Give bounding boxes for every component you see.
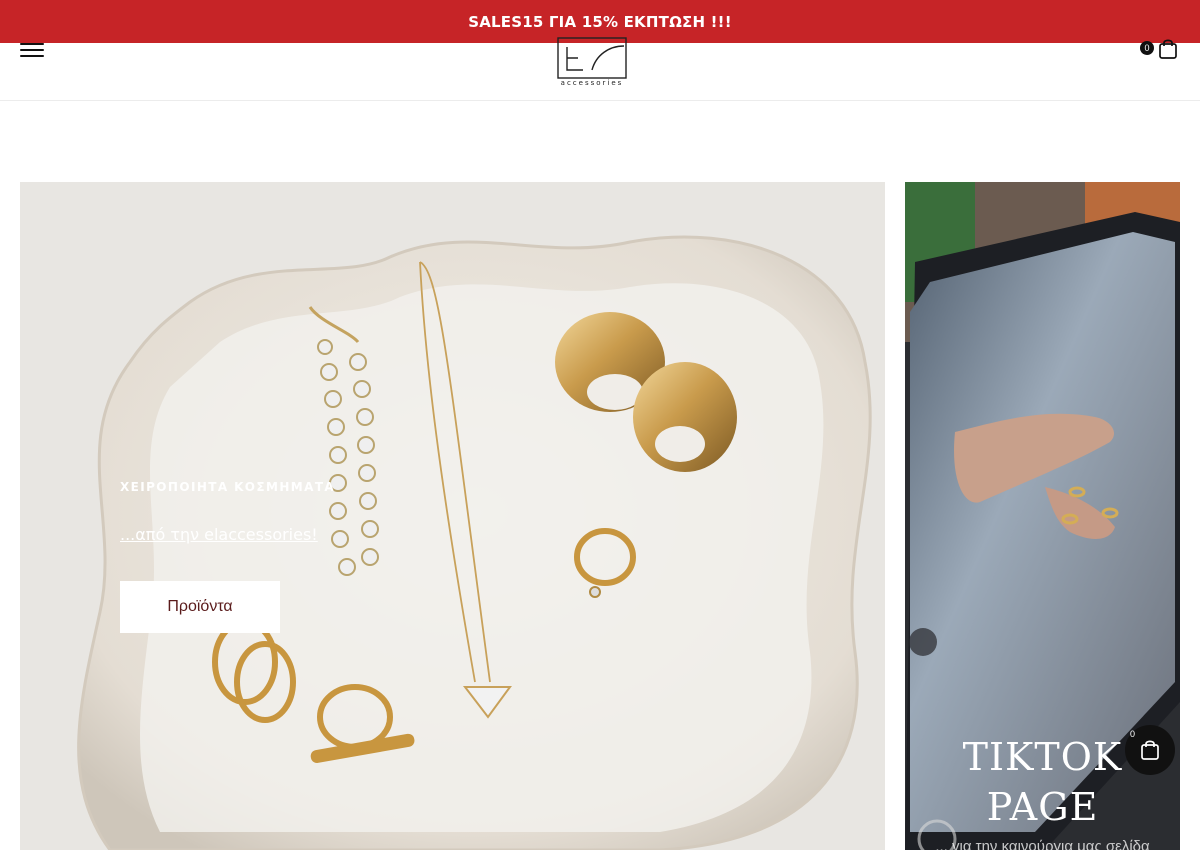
menu-line-3	[20, 55, 44, 57]
hero-kicker: ΧΕΙΡΟΠΟΙΗΤΑ ΚΟΣΜΗΜΑΤΑ	[120, 480, 336, 494]
menu-line-2	[20, 49, 44, 51]
hero-banner: ΧΕΙΡΟΠΟΙΗΤΑ ΚΟΣΜΗΜΑΤΑ ...από την elacces…	[20, 182, 885, 850]
logo-mark-icon	[557, 37, 627, 79]
cart-count-badge: 0	[1140, 41, 1154, 55]
floating-cart-button[interactable]: 0	[1125, 725, 1175, 775]
hero-subtitle-link[interactable]: ...από την elaccessories!	[120, 525, 318, 544]
menu-line-1	[20, 43, 44, 45]
tiktok-title-line-2: PAGE	[986, 785, 1099, 829]
tiktok-caption: ... για την καινούργια μας σελίδα	[935, 838, 1150, 850]
shopping-bag-icon	[1159, 39, 1177, 59]
site-header: accessories 0	[0, 37, 1200, 101]
floating-cart-count: 0	[1130, 729, 1136, 739]
promo-text: SALES15 ΓΙΑ 15% ΕΚΠΤΩΣΗ !!!	[468, 12, 732, 31]
header-cart-button[interactable]: 0	[1140, 39, 1180, 63]
shopping-bag-icon	[1141, 740, 1159, 760]
hamburger-menu-icon[interactable]	[20, 43, 44, 59]
logo-text: accessories	[560, 79, 624, 87]
products-button[interactable]: Προϊόντα	[120, 581, 280, 633]
site-logo[interactable]: accessories	[556, 37, 630, 93]
jewelry-tray-photo	[20, 182, 885, 850]
